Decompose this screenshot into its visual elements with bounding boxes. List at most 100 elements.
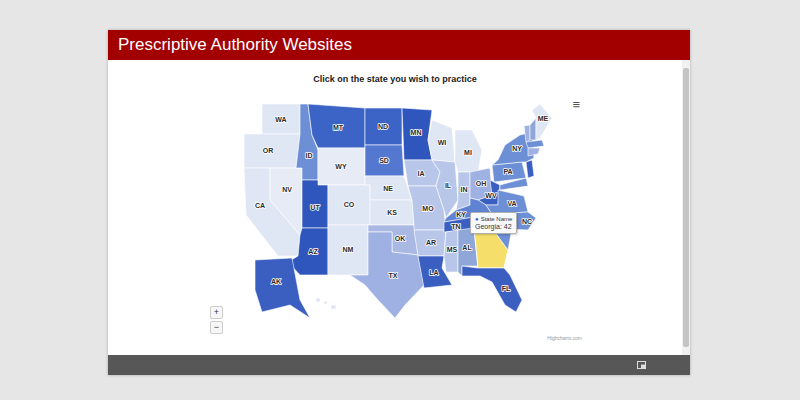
state[interactable] <box>328 225 368 275</box>
state-label[interactable]: NC <box>522 218 532 225</box>
state[interactable] <box>262 104 300 134</box>
state-label[interactable]: CA <box>255 202 265 209</box>
state[interactable] <box>428 120 455 162</box>
state[interactable] <box>524 125 530 142</box>
state[interactable] <box>456 172 470 210</box>
state-shape[interactable] <box>308 104 365 148</box>
state-label[interactable]: OH <box>476 180 487 187</box>
state-shape[interactable] <box>492 162 526 182</box>
state[interactable] <box>432 160 458 218</box>
state-label[interactable]: OK <box>395 235 406 242</box>
state-label[interactable]: ND <box>378 123 388 130</box>
state[interactable] <box>302 180 328 228</box>
state-label[interactable]: WI <box>438 139 447 146</box>
state[interactable] <box>244 134 300 168</box>
state-label[interactable]: OR <box>263 147 274 154</box>
state-shape[interactable] <box>432 160 458 218</box>
state-shape[interactable] <box>328 225 368 275</box>
state-label[interactable]: MS <box>447 246 458 253</box>
fullscreen-icon[interactable] <box>637 361 646 369</box>
state-shape[interactable] <box>370 200 414 225</box>
state[interactable] <box>365 108 402 145</box>
state-shape[interactable] <box>255 258 310 318</box>
state-shape[interactable] <box>244 134 300 168</box>
zoom-out-button[interactable]: − <box>210 321 223 334</box>
state-label[interactable]: CO <box>344 201 355 208</box>
state-shape[interactable] <box>365 145 404 176</box>
state-label[interactable]: AK <box>271 278 281 285</box>
state-shape[interactable] <box>526 160 534 178</box>
state[interactable] <box>462 266 522 312</box>
state-label[interactable]: VA <box>507 200 516 207</box>
state-label[interactable]: KS <box>387 209 397 216</box>
state-label[interactable]: KY <box>456 211 466 218</box>
state[interactable] <box>528 148 540 156</box>
state-shape[interactable] <box>324 301 327 304</box>
state[interactable] <box>328 185 370 225</box>
state-label[interactable]: ME <box>538 115 549 122</box>
state-shape[interactable] <box>526 140 544 148</box>
state-shape[interactable] <box>262 104 300 134</box>
state[interactable] <box>526 140 544 148</box>
state[interactable] <box>370 200 414 225</box>
state-label[interactable]: WV <box>485 192 497 199</box>
state[interactable] <box>316 298 336 309</box>
credit-link[interactable]: Highcharts.com <box>547 335 582 341</box>
state-label[interactable]: NV <box>282 186 292 193</box>
us-map[interactable]: WAORCANVIDMTWYUTAZCONMNDSDNEKSOKTXMNIAMO… <box>108 60 682 355</box>
state-label[interactable]: AL <box>462 244 472 251</box>
state[interactable] <box>270 168 302 235</box>
state-label[interactable]: LA <box>429 269 438 276</box>
state-label[interactable]: AZ <box>308 248 318 255</box>
state-label[interactable]: SD <box>379 157 389 164</box>
state[interactable] <box>402 108 432 160</box>
state[interactable] <box>318 148 365 185</box>
state-label[interactable]: TX <box>389 272 398 279</box>
state-label[interactable]: NY <box>512 145 522 152</box>
state[interactable] <box>526 160 534 178</box>
state[interactable] <box>365 176 412 200</box>
state-label[interactable]: PA <box>503 168 512 175</box>
state-shape[interactable] <box>532 104 552 140</box>
state-shape[interactable] <box>316 298 320 302</box>
state-label[interactable]: MN <box>411 129 422 136</box>
state-label[interactable]: AR <box>426 239 436 246</box>
state-shape[interactable] <box>414 230 446 256</box>
state-shape[interactable] <box>462 266 522 312</box>
state-label[interactable]: ID <box>306 152 313 159</box>
state-shape[interactable] <box>365 176 412 200</box>
state-label[interactable]: WY <box>335 163 347 170</box>
state[interactable] <box>308 104 365 148</box>
state-shape[interactable] <box>350 232 424 318</box>
state-shape[interactable] <box>428 120 455 162</box>
state[interactable] <box>350 232 424 318</box>
state-label[interactable]: NM <box>343 246 354 253</box>
state-shape[interactable] <box>328 185 370 225</box>
state-label[interactable]: IA <box>418 170 425 177</box>
state[interactable] <box>455 130 482 172</box>
state-shape[interactable] <box>270 168 302 235</box>
state-label[interactable]: MT <box>333 124 344 131</box>
state-shape[interactable] <box>365 108 402 145</box>
state-shape[interactable] <box>318 148 365 185</box>
state-shape[interactable] <box>444 230 458 272</box>
state-shape[interactable] <box>500 178 528 190</box>
state[interactable] <box>530 118 536 140</box>
state-shape[interactable] <box>524 125 530 142</box>
state[interactable] <box>492 162 526 182</box>
zoom-in-button[interactable]: + <box>210 306 223 319</box>
menu-icon[interactable]: ≡ <box>572 98 580 111</box>
state-shape[interactable] <box>331 305 336 309</box>
state[interactable] <box>414 230 446 256</box>
state[interactable] <box>365 145 404 176</box>
state-shape[interactable] <box>455 130 482 172</box>
state-label[interactable]: IN <box>461 186 468 193</box>
state-label[interactable]: IL <box>445 182 452 189</box>
state-label[interactable]: MO <box>422 205 434 212</box>
state[interactable] <box>500 178 528 190</box>
state-shape[interactable] <box>402 108 432 160</box>
scrollbar-thumb[interactable] <box>683 68 689 347</box>
state[interactable] <box>255 258 310 318</box>
state-label[interactable]: FL <box>502 285 511 292</box>
state[interactable] <box>532 104 552 140</box>
